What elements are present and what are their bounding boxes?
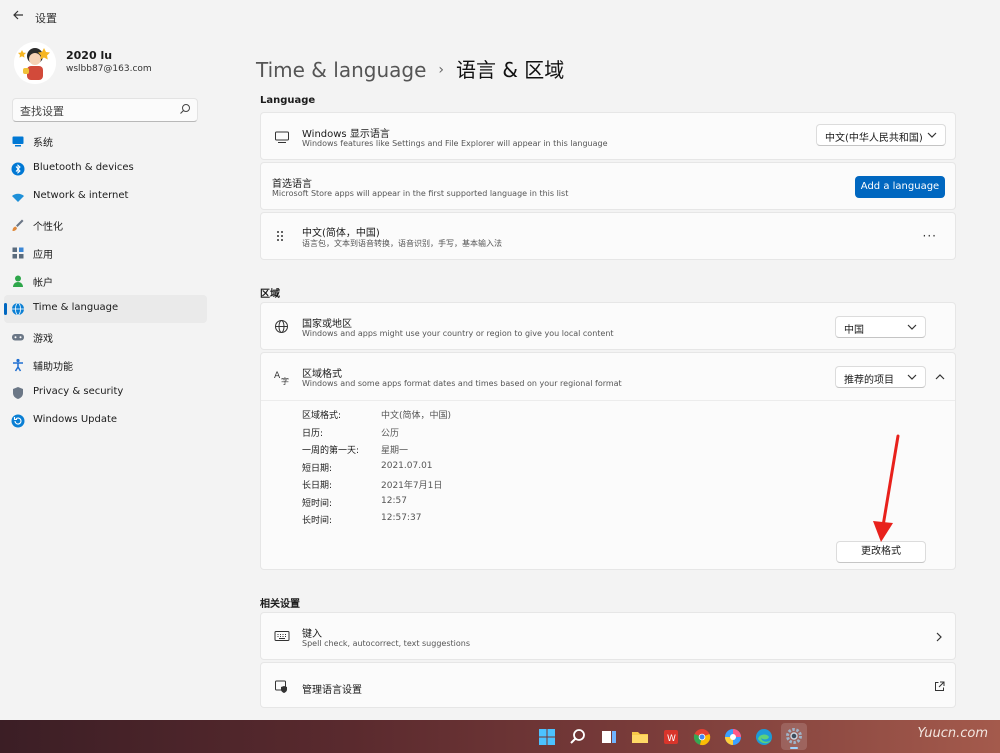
taskbar-settings-item[interactable] bbox=[781, 723, 807, 750]
task-view-icon[interactable] bbox=[599, 727, 619, 747]
svg-text:W: W bbox=[667, 734, 676, 744]
start-icon[interactable] bbox=[537, 727, 557, 747]
active-indicator bbox=[790, 747, 798, 749]
chrome-icon[interactable] bbox=[692, 727, 712, 747]
taskbar-search-icon[interactable] bbox=[568, 727, 588, 747]
annotation-arrow bbox=[873, 434, 900, 542]
taskbar: W Yuucn.com bbox=[0, 720, 1000, 753]
wps-icon[interactable]: W bbox=[661, 727, 681, 747]
settings-gear-icon bbox=[786, 728, 802, 744]
file-explorer-icon[interactable] bbox=[630, 727, 650, 747]
browser-icon[interactable] bbox=[723, 727, 743, 747]
settings-window: 设置 2020 lu wslbb87@163.com 查找设置 系统 Blueto… bbox=[0, 0, 1000, 720]
edge-icon[interactable] bbox=[754, 727, 774, 747]
watermark: Yuucn.com bbox=[917, 726, 988, 741]
